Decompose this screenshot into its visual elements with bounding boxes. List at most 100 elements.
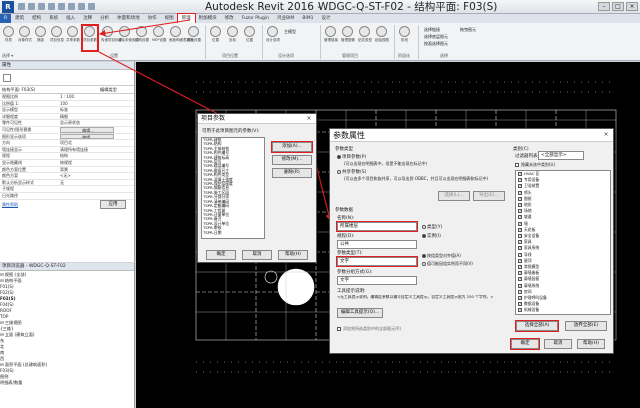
select-dropdown[interactable]: 选择 ▾	[2, 53, 13, 59]
tab-systems[interactable]: 系统	[45, 14, 62, 23]
select-underlay-option[interactable]: 选择底层图元	[424, 34, 448, 40]
ok-button[interactable]: 确定	[206, 250, 236, 260]
apply-button[interactable]: 应用	[100, 199, 126, 209]
type-radio[interactable]: 类型(Y)	[422, 224, 442, 230]
help-button[interactable]: 帮助(H)	[577, 339, 605, 349]
project-param-radio[interactable]: 项目参数(P)	[337, 154, 366, 160]
object-styles-button[interactable]: 对象样式	[18, 26, 32, 46]
maximize-icon[interactable]: □	[612, 2, 624, 11]
property-row[interactable]: 日光路径	[0, 193, 134, 200]
manage-images-button[interactable]: 管理图像	[341, 26, 355, 46]
close-icon[interactable]: ×	[304, 115, 314, 123]
help-button[interactable]: 帮助(H)	[278, 250, 308, 260]
shared-param-radio[interactable]: 共享参数(S)	[337, 169, 366, 175]
cancel-button[interactable]: 取消	[544, 339, 572, 349]
shared-params-left-button[interactable]: 共享参数	[66, 26, 80, 46]
parameter-list[interactable]: TSPR-建筑 TSPR-结构 TSPR-主体结构 TSPR-构件编号 TSPR…	[201, 137, 265, 239]
export-shared-button[interactable]: 导出(E)...	[473, 191, 505, 201]
type-selector[interactable]	[0, 70, 134, 86]
tab-addins[interactable]: 附加模块	[195, 14, 221, 23]
tab-modify[interactable]: 修改	[221, 14, 238, 23]
add-parameter-button[interactable]: 添加(A)...	[271, 141, 313, 153]
properties-help-link[interactable]: 属性帮助	[0, 201, 20, 209]
other-settings-button[interactable]: 其他设置	[187, 26, 201, 46]
edit-type-button[interactable]: 编辑类型	[100, 87, 117, 93]
phases-button[interactable]: 阶段	[398, 26, 411, 46]
parameter-type-select[interactable]: 文字	[336, 256, 418, 267]
cancel-button[interactable]: 取消	[242, 250, 272, 260]
category-item[interactable]: ✓ 机械设备	[516, 307, 610, 313]
property-row[interactable]: 可见性/图形替换 编辑...	[0, 126, 134, 134]
measure-icon[interactable]	[78, 3, 85, 10]
tab-hongye[interactable]: 鸿业BIM	[273, 14, 298, 23]
property-row[interactable]: 子规程	[0, 186, 134, 193]
select-all-button[interactable]: 选择全部(A)	[515, 320, 559, 332]
property-row[interactable]: 颜色方案位置 背景	[0, 167, 134, 174]
coordinates-button[interactable]: 坐标	[226, 26, 239, 46]
panel-schedule-button[interactable]: 面板明细表模板	[169, 26, 194, 46]
filter-select[interactable]: <全部显示>	[538, 151, 584, 160]
group-params-select[interactable]: 文字	[337, 276, 417, 285]
tab-collaborate[interactable]: 协作	[144, 14, 161, 23]
tab-manage[interactable]: 管理	[176, 13, 196, 24]
property-row[interactable]: 墙连接显示 清理所有墙连接	[0, 147, 134, 154]
instance-radio[interactable]: 实例(I)	[422, 233, 441, 239]
close-icon[interactable]: ×	[601, 131, 611, 139]
modify-parameter-button[interactable]: 修改(M)...	[272, 155, 312, 165]
type-name[interactable]: 结构平面: F03(S)	[2, 87, 35, 93]
open-icon[interactable]	[18, 3, 25, 10]
property-row[interactable]: 方向 项目北	[0, 140, 134, 147]
property-row[interactable]: 显示隐藏线 按规程	[0, 160, 134, 167]
print-icon[interactable]	[68, 3, 75, 10]
category-list[interactable]: ✓ HVAC 区 ✓ 专用设备 ✓ 卫浴装置 ✓ 喷头 ✓ 图纸 ✓ 地形 ✓ 场地 ✓ 坡道 …	[515, 170, 611, 315]
position-button[interactable]: 位置	[243, 26, 256, 46]
revit-logo-icon[interactable]: R	[2, 1, 14, 13]
tab-view[interactable]: 视图	[161, 14, 178, 23]
snaps-button[interactable]: 捕捉	[34, 26, 47, 46]
drag-elements-option[interactable]: 拖曳图元	[460, 27, 476, 33]
decal-types-button[interactable]: 贴花类型	[358, 26, 372, 46]
manage-links-button[interactable]: 管理链接	[324, 26, 338, 46]
tab-application[interactable]: R	[0, 14, 12, 23]
hide-unchecked-checkbox[interactable]: 隐藏未选中类别(U)	[515, 162, 555, 168]
add-to-all-elements-checkbox[interactable]: 添加到所选类别中的全部图元(R)	[337, 326, 401, 332]
property-row[interactable]: 视图比例 1 : 100	[0, 94, 134, 101]
minimize-icon[interactable]: –	[598, 2, 610, 11]
discipline-select[interactable]: 公共	[337, 240, 417, 249]
tab-bim1[interactable]: BIM1	[298, 14, 317, 23]
select-shared-button[interactable]: 选择(L)...	[438, 191, 470, 201]
select-by-face-option[interactable]: 按面选择图元	[424, 41, 448, 47]
tab-massing[interactable]: 体量和场地	[113, 14, 144, 23]
select-links-option[interactable]: 选择链接	[424, 27, 440, 33]
save-icon[interactable]	[28, 3, 35, 10]
deselect-all-button[interactable]: 放弃全部(E)	[565, 321, 607, 331]
property-row[interactable]: 比例值 1: 100	[0, 101, 134, 108]
close-icon[interactable]: ×	[626, 2, 638, 11]
starting-view-button[interactable]: 起始视图	[375, 26, 389, 46]
parameter-name-input[interactable]: 所属楼层	[336, 221, 418, 232]
list-item[interactable]: TSPR-日期	[202, 230, 264, 235]
tab-design[interactable]: 设计	[317, 14, 334, 23]
purge-button[interactable]: 清除未使用项	[118, 26, 139, 46]
property-row[interactable]: 零件可见性 显示原状态	[0, 120, 134, 127]
tab-analyze[interactable]: 分析	[96, 14, 113, 23]
undo-icon[interactable]	[48, 3, 55, 10]
design-options-button[interactable]: 设计选项	[266, 26, 280, 46]
tab-insert[interactable]: 插入	[62, 14, 79, 23]
tab-structure[interactable]: 结构	[28, 14, 45, 23]
property-row[interactable]: 显示模型 标准	[0, 107, 134, 114]
edit-tooltip-button[interactable]: 编辑工具提示(O)...	[337, 308, 383, 318]
property-row[interactable]: 图形显示选项 编辑...	[0, 133, 134, 141]
by-group-type-radio[interactable]: 按组类型对齐值(A)	[422, 253, 461, 259]
transfer-standards-button[interactable]: 传递项目标准	[101, 26, 122, 46]
sync-icon[interactable]	[38, 3, 45, 10]
redo-icon[interactable]	[58, 3, 65, 10]
delete-parameter-button[interactable]: 删除(R)	[272, 168, 312, 178]
property-row[interactable]: 规程 结构	[0, 153, 134, 160]
by-group-instance-radio[interactable]: 值可能因组实例而不同(V)	[422, 261, 473, 267]
tab-architecture[interactable]: 建筑	[11, 14, 28, 23]
ok-button[interactable]: 确定	[510, 338, 540, 350]
materials-button[interactable]: 材质	[2, 26, 15, 46]
tab-fuzor[interactable]: Fuzor Plugin	[238, 14, 273, 23]
tab-annotate[interactable]: 注释	[79, 14, 96, 23]
